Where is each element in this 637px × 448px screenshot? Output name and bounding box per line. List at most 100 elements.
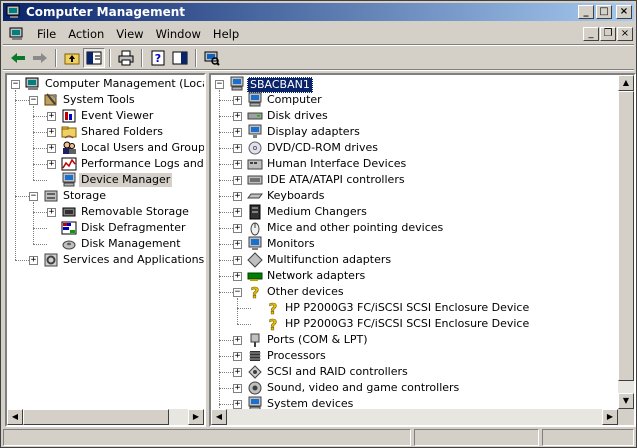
expand-button[interactable]: + bbox=[47, 208, 56, 217]
console-tree-pane[interactable]: − Computer Management (Local) − System Tool… bbox=[5, 73, 206, 427]
expand-button[interactable]: + bbox=[233, 240, 242, 249]
console-tree-item[interactable]: + Services and Applications bbox=[7, 252, 204, 268]
device-category-item[interactable]: + Medium Changers bbox=[211, 204, 634, 220]
expand-button[interactable]: + bbox=[233, 256, 242, 265]
device-category-item[interactable]: ? HP P2000G3 FC/iSCSI SCSI Enclosure Devi… bbox=[211, 300, 634, 316]
tree-connector bbox=[219, 340, 233, 341]
collapse-button[interactable]: − bbox=[11, 80, 20, 89]
collapse-button[interactable]: − bbox=[215, 80, 224, 89]
device-category-item[interactable]: + Human Interface Devices bbox=[211, 156, 634, 172]
console-tree-item[interactable]: Disk Management bbox=[7, 236, 204, 252]
device-category-item[interactable]: + Monitors bbox=[211, 236, 634, 252]
scroll-up-button[interactable]: ▲ bbox=[618, 75, 634, 91]
menu-help[interactable]: Help bbox=[207, 27, 245, 41]
menu-view[interactable]: View bbox=[110, 27, 149, 41]
device-category-item[interactable]: − SBACBAN1 bbox=[211, 76, 634, 93]
scroll-thumb[interactable] bbox=[23, 409, 169, 425]
device-category-item[interactable]: −? Other devices bbox=[211, 284, 634, 300]
scroll-right-button[interactable]: ▶ bbox=[188, 409, 204, 425]
device-category-item[interactable]: + Ports (COM & LPT) bbox=[211, 332, 634, 348]
collapse-button[interactable]: − bbox=[233, 288, 242, 297]
expand-button[interactable]: + bbox=[233, 96, 242, 105]
child-minimize-button[interactable]: _ bbox=[583, 26, 599, 41]
back-button[interactable] bbox=[7, 48, 29, 68]
device-category-item[interactable]: + Network adapters bbox=[211, 268, 634, 284]
collapse-button[interactable]: − bbox=[29, 96, 38, 105]
console-tree-item[interactable]: − System Tools bbox=[7, 92, 204, 108]
right-vertical-scrollbar[interactable]: ▲ ▼ bbox=[618, 75, 634, 409]
device-category-item[interactable]: + SCSI and RAID controllers bbox=[211, 364, 634, 380]
right-horizontal-scrollbar[interactable]: ◀ ▶ bbox=[211, 409, 618, 425]
scan-hardware-button[interactable] bbox=[201, 48, 223, 68]
expand-button[interactable]: + bbox=[233, 144, 242, 153]
device-category-item[interactable]: ? HP P2000G3 FC/iSCSI SCSI Enclosure Devi… bbox=[211, 316, 634, 332]
maximize-button[interactable]: □ bbox=[596, 5, 612, 19]
console-tree-item[interactable]: Disk Defragmenter bbox=[7, 220, 204, 236]
expand-button[interactable]: + bbox=[233, 128, 242, 137]
toolbar-separator-line bbox=[3, 69, 634, 71]
console-tree-item[interactable]: − Computer Management (Local) bbox=[7, 76, 204, 92]
expand-button[interactable]: + bbox=[47, 112, 56, 121]
console-tree-item[interactable]: + Removable Storage bbox=[7, 204, 204, 220]
device-category-item[interactable]: + IDE ATA/ATAPI controllers bbox=[211, 172, 634, 188]
forward-button[interactable] bbox=[29, 48, 51, 68]
device-category-item[interactable]: + Display adapters bbox=[211, 124, 634, 140]
scroll-right-button[interactable]: ▶ bbox=[602, 409, 618, 425]
device-category-item[interactable]: + Disk drives bbox=[211, 108, 634, 124]
expand-button[interactable]: + bbox=[233, 192, 242, 201]
help-icon: ? bbox=[151, 50, 165, 66]
expand-button[interactable]: + bbox=[233, 368, 242, 377]
show-hide-tree-button[interactable] bbox=[83, 48, 105, 68]
expand-button[interactable]: + bbox=[29, 256, 38, 265]
close-button[interactable]: × bbox=[616, 5, 632, 19]
device-category-item[interactable]: + Multifunction adapters bbox=[211, 252, 634, 268]
menu-action[interactable]: Action bbox=[62, 27, 110, 41]
menu-file[interactable]: File bbox=[31, 27, 62, 41]
expand-button[interactable]: + bbox=[233, 208, 242, 217]
show-hide-action-pane-button[interactable] bbox=[169, 48, 191, 68]
print-button[interactable] bbox=[115, 48, 137, 68]
scroll-left-button[interactable]: ◀ bbox=[7, 409, 23, 425]
expand-button[interactable]: + bbox=[233, 176, 242, 185]
expand-button[interactable]: + bbox=[233, 112, 242, 121]
child-close-button[interactable]: × bbox=[617, 26, 633, 41]
scroll-left-button[interactable]: ◀ bbox=[211, 409, 227, 425]
device-category-item[interactable]: + Mice and other pointing devices bbox=[211, 220, 634, 236]
child-restore-button[interactable]: ❐ bbox=[600, 26, 616, 41]
expand-button[interactable]: + bbox=[233, 384, 242, 393]
console-tree-item[interactable]: + Performance Logs and Alerts bbox=[7, 156, 204, 172]
expand-button[interactable]: + bbox=[233, 224, 242, 233]
console-tree-item[interactable]: + Local Users and Groups bbox=[7, 140, 204, 156]
minimize-button[interactable]: _ bbox=[578, 5, 594, 19]
services-icon bbox=[44, 253, 58, 267]
expand-button[interactable]: + bbox=[233, 160, 242, 169]
device-list-pane[interactable]: − SBACBAN1 + Computer + Disk drives + Display a… bbox=[209, 73, 636, 427]
mmc-document-icon[interactable] bbox=[9, 26, 25, 42]
left-horizontal-scrollbar[interactable]: ◀ ▶ bbox=[7, 409, 204, 425]
help-button[interactable]: ? bbox=[147, 48, 169, 68]
scroll-thumb[interactable] bbox=[618, 91, 634, 381]
device-category-item[interactable]: + Keyboards bbox=[211, 188, 634, 204]
window-title: Computer Management bbox=[26, 5, 185, 19]
expand-button[interactable]: + bbox=[47, 160, 56, 169]
console-tree-item[interactable]: − Storage bbox=[7, 188, 204, 204]
console-tree-item[interactable]: + Shared Folders bbox=[7, 124, 204, 140]
expand-button[interactable]: + bbox=[233, 400, 242, 409]
up-one-level-button[interactable] bbox=[61, 48, 83, 68]
scroll-down-button[interactable]: ▼ bbox=[618, 393, 634, 409]
tree-connector bbox=[219, 180, 233, 181]
menu-window[interactable]: Window bbox=[150, 27, 207, 41]
expand-button[interactable]: + bbox=[47, 128, 56, 137]
expand-button[interactable]: + bbox=[47, 144, 56, 153]
device-category-item[interactable]: + Sound, video and game controllers bbox=[211, 380, 634, 396]
device-category-item[interactable]: + DVD/CD-ROM drives bbox=[211, 140, 634, 156]
collapse-button[interactable]: − bbox=[29, 192, 38, 201]
expand-button[interactable]: + bbox=[233, 352, 242, 361]
device-category-item[interactable]: + Computer bbox=[211, 92, 634, 108]
device-category-item[interactable]: + Processors bbox=[211, 348, 634, 364]
console-tree-item[interactable]: + Event Viewer bbox=[7, 108, 204, 124]
expand-button[interactable]: + bbox=[233, 272, 242, 281]
expand-button[interactable]: + bbox=[233, 336, 242, 345]
console-tree-item[interactable]: Device Manager bbox=[7, 172, 204, 188]
title-bar[interactable]: Computer Management _ □ × bbox=[3, 3, 634, 21]
